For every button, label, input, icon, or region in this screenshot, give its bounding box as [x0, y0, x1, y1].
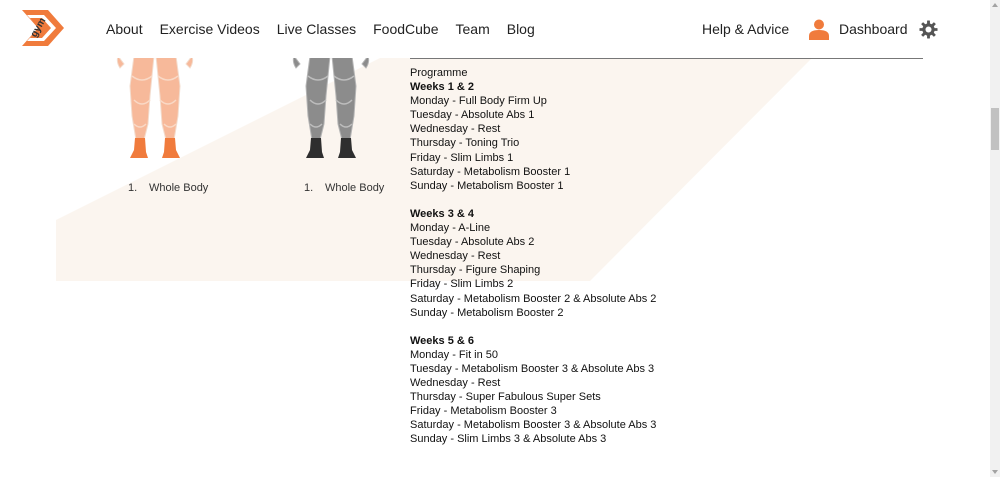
nav-exercise-videos[interactable]: Exercise Videos: [160, 21, 260, 37]
schedule-line: Monday - Full Body Firm Up: [410, 95, 547, 108]
weeks-heading: Weeks 3 & 4: [410, 207, 475, 220]
schedule-line: Monday - Fit in 50: [410, 348, 499, 361]
figure-caption: 1. Whole Body: [304, 182, 385, 194]
figure-label-whole-body[interactable]: Whole Body: [149, 182, 208, 194]
scrollbar-thumb[interactable]: [991, 108, 999, 150]
nav-team[interactable]: Team: [456, 21, 490, 37]
schedule-line: Wednesday - Rest: [410, 250, 501, 263]
schedule-line: Thursday - Toning Trio: [410, 137, 520, 150]
schedule-line: Sunday - Slim Limbs 3 & Absolute Abs 3: [410, 433, 607, 446]
dashboard-link[interactable]: Dashboard: [808, 18, 908, 40]
schedule-line: Monday - A-Line: [410, 222, 491, 235]
dashboard-label: Dashboard: [839, 21, 908, 37]
site-header: gym About Exercise Videos Live Classes F…: [0, 0, 990, 58]
gear-icon[interactable]: [919, 20, 938, 39]
nav-about[interactable]: About: [106, 21, 143, 37]
body-figure-grey[interactable]: [286, 56, 376, 160]
programme-schedule: Programme Weeks 1 & 2 Monday - Full Body…: [410, 66, 930, 447]
schedule-line: Saturday - Metabolism Booster 2 & Absolu…: [410, 292, 657, 305]
scroll-up-arrow-icon[interactable]: [992, 3, 998, 7]
schedule-line: Tuesday - Absolute Abs 2: [410, 236, 535, 249]
schedule-line: Friday - Metabolism Booster 3: [410, 405, 557, 418]
schedule-line: Tuesday - Absolute Abs 1: [410, 109, 535, 122]
schedule-line: Thursday - Figure Shaping: [410, 264, 541, 277]
schedule-line: Thursday - Super Fabulous Super Sets: [410, 391, 601, 404]
schedule-line: Sunday - Metabolism Booster 2: [410, 306, 564, 319]
figure-label-whole-body[interactable]: Whole Body: [325, 182, 384, 194]
schedule-line: Saturday - Metabolism Booster 1: [410, 165, 571, 178]
weeks-heading: Weeks 1 & 2: [410, 81, 475, 94]
schedule-line: Sunday - Metabolism Booster 1: [410, 179, 564, 192]
user-icon: [809, 19, 829, 40]
nav-blog[interactable]: Blog: [507, 21, 535, 37]
section-divider: [410, 58, 923, 59]
scroll-down-arrow-icon[interactable]: [992, 470, 998, 474]
body-figure-orange[interactable]: [110, 56, 200, 160]
schedule-line: Friday - Slim Limbs 1: [410, 151, 514, 164]
schedule-line: Friday - Slim Limbs 2: [410, 278, 514, 291]
programme-title: Programme: [410, 67, 468, 79]
vertical-scrollbar[interactable]: [990, 0, 1000, 477]
nav-foodcube[interactable]: FoodCube: [373, 21, 438, 37]
help-advice-link[interactable]: Help & Advice: [702, 21, 789, 37]
gymcube-logo[interactable]: gym: [18, 6, 68, 50]
schedule-line: Tuesday - Metabolism Booster 3 & Absolut…: [410, 362, 655, 375]
nav-live-classes[interactable]: Live Classes: [277, 21, 356, 37]
schedule-line: Wednesday - Rest: [410, 123, 501, 136]
main-nav: About Exercise Videos Live Classes FoodC…: [106, 21, 552, 37]
schedule-line: Saturday - Metabolism Booster 3 & Absolu…: [410, 419, 657, 432]
figure-caption: 1. Whole Body: [128, 182, 209, 194]
schedule-line: Wednesday - Rest: [410, 377, 501, 390]
weeks-heading: Weeks 5 & 6: [410, 334, 475, 347]
